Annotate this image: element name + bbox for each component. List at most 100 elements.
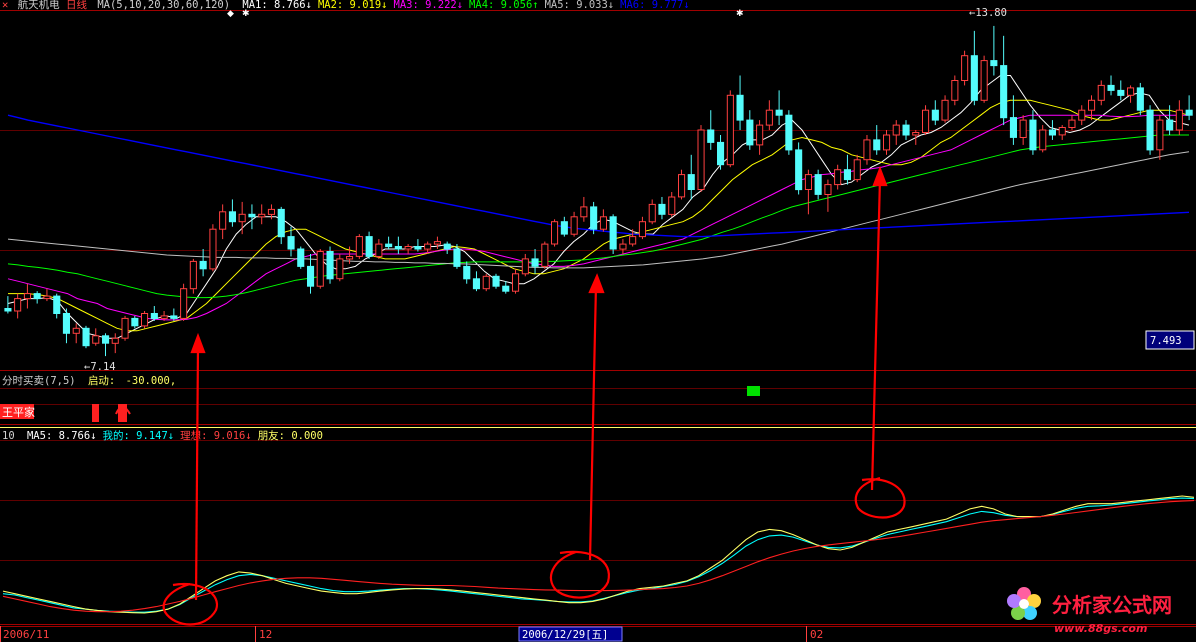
candle-body (102, 335, 110, 344)
candlestick[interactable] (980, 55, 988, 103)
candle-body (355, 236, 363, 257)
candle-body (1097, 84, 1105, 101)
candle-body (541, 243, 549, 267)
candle-body (209, 228, 217, 270)
candlestick[interactable] (180, 283, 188, 321)
candle-body (658, 203, 666, 215)
candle-body (746, 119, 754, 146)
ma-value-6: MA6: 9.777↓ (620, 0, 690, 11)
candlestick[interactable] (795, 142, 803, 195)
candle-body (336, 258, 344, 280)
candle-body (14, 298, 22, 312)
candlestick[interactable] (697, 125, 705, 192)
candle-body (883, 134, 891, 151)
candlestick[interactable] (141, 310, 149, 329)
period-label: 日线 (66, 0, 87, 11)
candle-body (1039, 129, 1047, 151)
candle-body (1009, 117, 1018, 138)
stock-chart[interactable]: ✕ 航天机电 日线 MA(5,10,20,30,60,120) MA1: 8.7… (0, 0, 1196, 642)
candle-body (219, 211, 227, 230)
candle-body (1136, 87, 1144, 111)
candle-body (492, 275, 500, 287)
candlestick[interactable] (316, 249, 324, 289)
signal-param-value: -30.000, (126, 375, 177, 387)
candle-body (990, 60, 998, 67)
candle-body (756, 124, 764, 146)
ma-value-4: MA4: 9.056↑ (469, 0, 539, 11)
candle-body (121, 317, 129, 339)
candle-body (1078, 109, 1086, 121)
candlestick[interactable] (492, 273, 500, 289)
candlestick[interactable] (726, 90, 734, 168)
candlestick[interactable] (297, 246, 305, 269)
candle-body (980, 60, 988, 101)
ma-params: MA(5,10,20,30,60,120) (97, 0, 230, 11)
candlestick[interactable] (189, 258, 197, 294)
candle-body (678, 174, 686, 198)
candlestick[interactable] (590, 201, 598, 235)
candle-body (912, 132, 920, 136)
candle-body (961, 55, 969, 81)
candle-body (775, 109, 783, 116)
candle-body (307, 265, 315, 287)
candle-body (72, 327, 80, 334)
candlestick[interactable] (209, 224, 217, 272)
candlestick[interactable] (355, 234, 363, 259)
candle-body (892, 124, 900, 136)
candlestick[interactable] (609, 214, 617, 254)
candlestick[interactable] (326, 246, 334, 284)
candle-body (472, 278, 480, 290)
candlestick[interactable] (785, 110, 793, 155)
candle-body (814, 174, 822, 195)
candle-body (707, 129, 715, 143)
candle-body (62, 313, 71, 334)
candle-body (414, 246, 422, 250)
candlestick[interactable] (121, 315, 129, 341)
candle-body (1175, 109, 1183, 131)
candle-body (1058, 127, 1066, 136)
candle-body (717, 141, 725, 166)
candlestick[interactable] (1146, 105, 1154, 155)
candle-body (1019, 119, 1027, 138)
x-tick-label: 02 (810, 628, 823, 641)
signal-title: 分时买卖(7,5) (2, 375, 76, 387)
candlestick[interactable] (482, 273, 490, 292)
candle-body (365, 236, 373, 257)
signal-tag: 王平家 (2, 405, 35, 419)
candlestick[interactable] (1136, 82, 1144, 116)
candle-body (521, 258, 529, 275)
indicator-value-3: 理想: 9.016↓ (180, 429, 252, 442)
candle-body (922, 109, 930, 133)
candle-body (1000, 65, 1008, 119)
candle-body (629, 236, 637, 245)
candle-body (404, 246, 412, 250)
candle-body (277, 208, 285, 238)
candle-body (463, 265, 471, 280)
candlestick[interactable] (541, 241, 549, 269)
candle-body (590, 206, 598, 230)
indicator-value-4: 朋友: 0.000 (258, 429, 323, 442)
ma-value-3: MA3: 9.222↓ (394, 0, 464, 11)
candle-body (531, 258, 539, 267)
candle-body (180, 288, 188, 319)
candle-body (941, 99, 949, 121)
candle-body (297, 248, 305, 267)
candle-body (150, 313, 158, 319)
candle-body (834, 169, 842, 186)
candle-body (1185, 109, 1193, 116)
candle-body (853, 159, 861, 181)
candle-body (1156, 119, 1164, 151)
candle-body (570, 216, 578, 235)
candlestick[interactable] (922, 105, 930, 135)
candle-body (433, 241, 441, 245)
candlestick[interactable] (678, 169, 686, 200)
candlestick[interactable] (551, 219, 559, 247)
candle-body (843, 169, 852, 181)
candlestick[interactable] (961, 50, 969, 86)
ma-value-2: MA2: 9.019↓ (318, 0, 388, 11)
candle-body (453, 248, 461, 267)
candle-body (82, 327, 90, 347)
candlestick[interactable] (82, 325, 90, 349)
candle-body (131, 317, 139, 327)
candle-body (1088, 99, 1096, 111)
